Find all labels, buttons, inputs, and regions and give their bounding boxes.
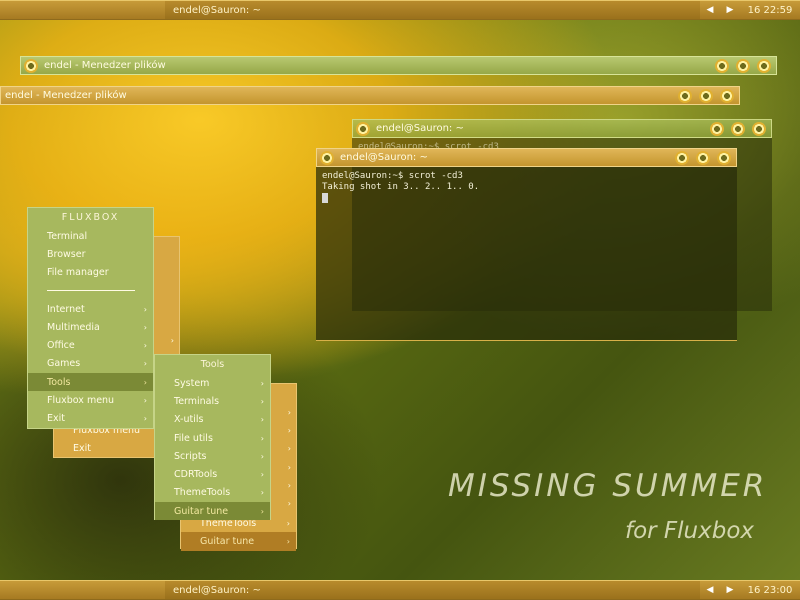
- close-gear-icon[interactable]: [720, 88, 734, 103]
- menu-item-internet[interactable]: Internet ›: [28, 300, 153, 318]
- menu-item-terminals[interactable]: Terminals ›: [155, 392, 270, 410]
- menu-item-exit[interactable]: Exit ›: [28, 410, 153, 428]
- arrow-right-icon: ›: [143, 359, 147, 369]
- menu-title: FLUXBOX: [61, 212, 120, 223]
- arrow-right-icon: ›: [170, 336, 174, 345]
- prev-arrow-icon[interactable]: ◀: [707, 585, 714, 595]
- menu-item-terminal[interactable]: Terminal: [28, 227, 153, 245]
- arrow-right-icon: ›: [260, 470, 264, 480]
- workspace-area[interactable]: [0, 581, 165, 599]
- minimize-gear-icon[interactable]: [678, 88, 692, 103]
- minimize-gear-icon[interactable]: [675, 150, 689, 165]
- menu-item-scripts[interactable]: Scripts ›: [155, 447, 270, 465]
- close-gear-icon[interactable]: [757, 58, 771, 73]
- arrow-right-icon: ›: [143, 414, 147, 424]
- arrow-right-icon: ›: [260, 506, 264, 516]
- file-manager-titlebar-green[interactable]: endel - Menedzer plików: [20, 56, 777, 75]
- toolbar-nav: ◀ ▶: [700, 581, 740, 599]
- menu-item-cdrtools[interactable]: CDRTools ›: [155, 465, 270, 483]
- arrow-right-icon: ›: [143, 341, 147, 351]
- menu-item-browser[interactable]: Browser: [28, 245, 153, 263]
- workspace-area[interactable]: [0, 1, 165, 19]
- arrow-right-icon: ›: [260, 378, 264, 388]
- menu-item-system[interactable]: System ›: [155, 374, 270, 392]
- menu-item-games[interactable]: Games ›: [28, 355, 153, 373]
- arrow-right-icon: ›: [143, 322, 147, 332]
- terminal-body[interactable]: endel@Sauron:~$ scrot -cd3 Taking shot i…: [316, 167, 737, 341]
- clock: 16 23:00: [740, 581, 800, 599]
- menu-item-file-utils[interactable]: File utils ›: [155, 429, 270, 447]
- window-title: endel@Sauron: ~: [340, 152, 428, 163]
- minimize-gear-icon[interactable]: [710, 121, 724, 136]
- menu-item-x-utils[interactable]: X-utils ›: [155, 411, 270, 429]
- toolbar-window-title[interactable]: endel@Sauron: ~: [165, 1, 700, 19]
- arrow-right-icon: ›: [260, 433, 264, 443]
- menu-item-multimedia[interactable]: Multimedia ›: [28, 318, 153, 336]
- menu-item-file-manager[interactable]: File manager: [28, 264, 153, 282]
- minimize-gear-icon[interactable]: [715, 58, 729, 73]
- arrow-right-icon: ›: [286, 518, 290, 528]
- arrow-right-icon: ›: [287, 481, 291, 490]
- next-arrow-icon[interactable]: ▶: [727, 585, 734, 595]
- close-gear-icon[interactable]: [752, 121, 766, 136]
- gear-icon[interactable]: [24, 58, 38, 73]
- window-title: endel - Menedzer plików: [5, 90, 127, 101]
- arrow-right-icon: ›: [260, 488, 264, 498]
- menu-item-guitar-tune[interactable]: Guitar tune ›: [155, 502, 270, 521]
- tools-menu: Tools System › Terminals › X-utils › File u…: [154, 354, 271, 521]
- terminal-cursor: [322, 193, 328, 203]
- wallpaper-title: MISSING SUMMER: [448, 468, 768, 504]
- arrow-right-icon: ›: [287, 426, 291, 435]
- arrow-right-icon: ›: [286, 536, 290, 546]
- menu-item-fluxbox-menu[interactable]: Fluxbox menu ›: [28, 391, 153, 409]
- menu-item-themetools[interactable]: ThemeTools ›: [155, 484, 270, 502]
- window-title: endel - Menedzer plików: [44, 60, 166, 71]
- next-arrow-icon[interactable]: ▶: [727, 5, 734, 15]
- arrow-right-icon: ›: [260, 415, 264, 425]
- arrow-right-icon: ›: [287, 463, 291, 472]
- menu-title: Tools: [200, 359, 225, 370]
- arrow-right-icon: ›: [287, 408, 291, 417]
- bottom-toolbar: endel@Sauron: ~ ◀ ▶ 16 23:00: [0, 580, 800, 600]
- arrow-right-icon: ›: [287, 499, 291, 508]
- toolbar-window-title[interactable]: endel@Sauron: ~: [165, 581, 700, 599]
- file-manager-titlebar-orange[interactable]: endel - Menedzer plików: [0, 86, 740, 105]
- arrow-right-icon: ›: [260, 396, 264, 406]
- arrow-right-icon: ›: [143, 377, 147, 387]
- menu-item[interactable]: Guitar tune ›: [181, 532, 296, 551]
- arrow-right-icon: ›: [287, 444, 291, 453]
- menu-item-office[interactable]: Office ›: [28, 336, 153, 354]
- maximize-gear-icon[interactable]: [696, 150, 710, 165]
- prev-arrow-icon[interactable]: ◀: [707, 5, 714, 15]
- menu-item-tools[interactable]: Tools ›: [28, 373, 153, 392]
- terminal-titlebar[interactable]: endel@Sauron: ~: [316, 148, 737, 167]
- maximize-gear-icon[interactable]: [731, 121, 745, 136]
- window-title: endel@Sauron: ~: [376, 123, 464, 134]
- menu-separator: [28, 282, 153, 300]
- gear-icon[interactable]: [320, 150, 334, 165]
- close-gear-icon[interactable]: [717, 150, 731, 165]
- ghost-terminal-titlebar[interactable]: endel@Sauron: ~: [352, 119, 772, 138]
- arrow-right-icon: ›: [143, 304, 147, 314]
- arrow-right-icon: ›: [260, 451, 264, 461]
- toolbar-nav: ◀ ▶: [700, 1, 740, 19]
- terminal-line: endel@Sauron:~$ scrot -cd3: [322, 171, 463, 181]
- arrow-right-icon: ›: [143, 396, 147, 406]
- wallpaper-subtitle: for Fluxbox: [625, 518, 755, 544]
- root-menu: FLUXBOX Terminal Browser File manager In…: [27, 207, 154, 429]
- maximize-gear-icon[interactable]: [736, 58, 750, 73]
- maximize-gear-icon[interactable]: [699, 88, 713, 103]
- gear-icon[interactable]: [356, 121, 370, 136]
- terminal-line: Taking shot in 3.. 2.. 1.. 0.: [322, 182, 480, 192]
- top-toolbar: endel@Sauron: ~ ◀ ▶ 16 22:59: [0, 0, 800, 20]
- clock: 16 22:59: [740, 1, 800, 19]
